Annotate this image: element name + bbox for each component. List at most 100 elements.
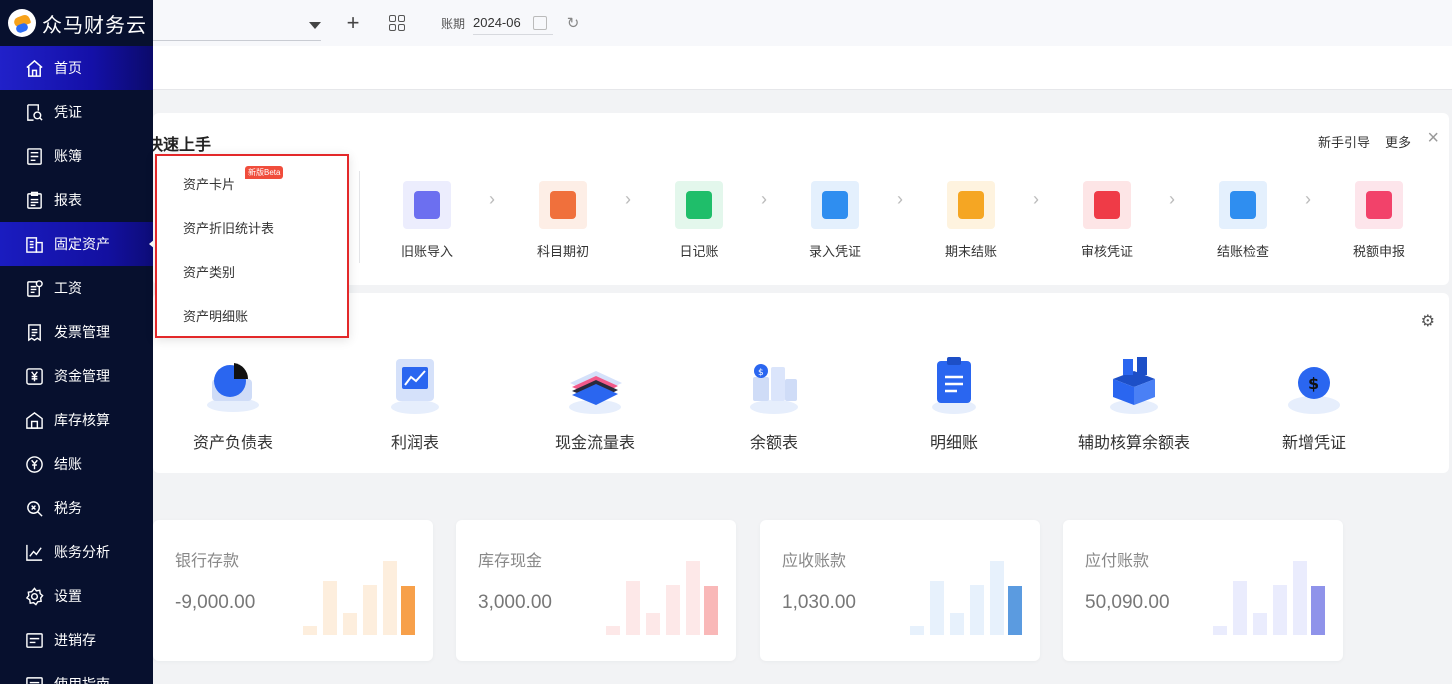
pie-chart-icon xyxy=(198,349,268,419)
top-bar: + 账期 2024-06 ↻ xyxy=(153,0,1452,46)
report-auxiliary-balance[interactable]: 辅助核算余额表 xyxy=(1064,349,1204,453)
sidebar-item-guide[interactable]: 使用指南 xyxy=(0,662,153,684)
report-label: 新增凭证 xyxy=(1281,435,1346,452)
sidebar: 众马财务云 首页 凭证 账簿 报表 固定资产 工资 发票管理 资金管理 库存核算… xyxy=(0,0,155,684)
invoice-icon xyxy=(24,322,44,342)
sidebar-item-closing[interactable]: 结账 xyxy=(0,442,153,486)
sidebar-item-invoice[interactable]: 发票管理 xyxy=(0,310,153,354)
step-old-account-import[interactable]: 旧账导入 xyxy=(382,181,472,260)
sidebar-item-home[interactable]: 首页 xyxy=(0,46,153,90)
add-document-icon xyxy=(811,181,859,229)
kpi-value: 50,090.00 xyxy=(1085,592,1170,613)
sidebar-item-ledger[interactable]: 账簿 xyxy=(0,134,153,178)
step-journal[interactable]: 日记账 xyxy=(654,181,744,260)
chevron-right-icon: › xyxy=(761,189,767,209)
sidebar-item-label: 报表 xyxy=(54,192,82,208)
sidebar-item-funds[interactable]: 资金管理 xyxy=(0,354,153,398)
bar-chart-icon xyxy=(1355,181,1403,229)
sidebar-item-label: 账簿 xyxy=(54,148,82,164)
kpi-card-bank-deposit[interactable]: 银行存款 -9,000.00 xyxy=(153,520,433,661)
sidebar-item-label: 账务分析 xyxy=(54,544,110,560)
sidebar-item-voucher[interactable]: 凭证 xyxy=(0,90,153,134)
report-detail-ledger[interactable]: 明细账 xyxy=(884,349,1024,453)
step-label: 期末结账 xyxy=(944,244,997,259)
kpi-label: 应付账款 xyxy=(1085,553,1150,570)
report-cash-flow[interactable]: 现金流量表 xyxy=(525,349,665,453)
apps-grid-icon[interactable] xyxy=(389,15,405,31)
sidebar-item-fixed-assets[interactable]: 固定资产 xyxy=(0,222,155,266)
report-label: 余额表 xyxy=(749,435,798,452)
step-label: 日记账 xyxy=(679,244,719,259)
report-label: 现金流量表 xyxy=(554,435,635,452)
step-close-check[interactable]: 结账检查 xyxy=(1198,181,1288,260)
guide-icon xyxy=(24,674,44,684)
report-balance-sheet[interactable]: 资产负债表 xyxy=(163,349,303,453)
sidebar-item-salary[interactable]: 工资 xyxy=(0,266,153,310)
submenu-item-asset-ledger[interactable]: 资产明细账 xyxy=(183,306,248,325)
sidebar-item-label: 固定资产 xyxy=(54,236,110,252)
building-icon xyxy=(24,234,44,254)
report-label: 辅助核算余额表 xyxy=(1077,435,1190,452)
account-set-select[interactable] xyxy=(153,5,321,41)
more-link[interactable]: 更多 xyxy=(1385,132,1411,151)
step-label: 结账检查 xyxy=(1216,244,1269,259)
sidebar-item-label: 进销存 xyxy=(54,632,96,648)
logo-mark-icon xyxy=(8,9,36,37)
step-period-close[interactable]: 期末结账 xyxy=(926,181,1016,260)
sidebar-item-analysis[interactable]: 账务分析 xyxy=(0,530,153,574)
report-trial-balance[interactable]: $ 余额表 xyxy=(704,349,844,453)
submenu-item-asset-card[interactable]: 资产卡片 xyxy=(183,174,235,193)
home-icon xyxy=(24,58,44,78)
chevron-down-icon xyxy=(309,22,321,29)
kpi-card-accounts-receivable[interactable]: 应收账款 1,030.00 xyxy=(760,520,1040,661)
sidebar-item-purchase-sales[interactable]: 进销存 xyxy=(0,618,153,662)
pushpin-icon xyxy=(1083,181,1131,229)
kpi-card-cash-on-hand[interactable]: 库存现金 3,000.00 xyxy=(456,520,736,661)
sidebar-item-label: 资金管理 xyxy=(54,368,110,384)
inventory-icon xyxy=(24,630,44,650)
step-opening-balance[interactable]: 科目期初 xyxy=(518,181,608,260)
sidebar-item-label: 库存核算 xyxy=(54,412,110,428)
sidebar-item-label: 发票管理 xyxy=(54,324,110,340)
submenu-item-depreciation-report[interactable]: 资产折旧统计表 xyxy=(183,218,274,237)
report-icon xyxy=(24,190,44,210)
report-label: 明细账 xyxy=(929,435,978,452)
kpi-label: 银行存款 xyxy=(175,553,240,570)
settings-gear-icon[interactable]: ⚙ xyxy=(1421,311,1435,331)
kpi-value: 1,030.00 xyxy=(782,592,856,613)
sidebar-item-label: 使用指南 xyxy=(54,676,110,684)
step-review-voucher[interactable]: 审核凭证 xyxy=(1062,181,1152,260)
folder-icon xyxy=(947,181,995,229)
step-label: 旧账导入 xyxy=(400,244,453,259)
tax-icon xyxy=(24,498,44,518)
step-label: 税额申报 xyxy=(1352,244,1405,259)
step-enter-voucher[interactable]: 录入凭证 xyxy=(790,181,880,260)
kpi-mini-bar-chart xyxy=(1209,559,1325,635)
report-new-voucher[interactable]: $ 新增凭证 xyxy=(1244,349,1384,453)
add-button[interactable]: + xyxy=(343,12,363,34)
step-label: 科目期初 xyxy=(536,244,589,259)
close-icon[interactable]: × xyxy=(1427,128,1439,148)
sidebar-item-label: 税务 xyxy=(54,500,82,516)
report-label: 利润表 xyxy=(390,435,439,452)
sidebar-item-settings[interactable]: 设置 xyxy=(0,574,153,618)
sidebar-item-label: 结账 xyxy=(54,456,82,472)
beta-badge: 新版Beta xyxy=(245,166,284,179)
wallet-icon xyxy=(675,181,723,229)
calendar-check-icon xyxy=(1219,181,1267,229)
period-picker[interactable]: 2024-06 xyxy=(473,11,553,35)
kpi-label: 应收账款 xyxy=(782,553,847,570)
kpi-card-accounts-payable[interactable]: 应付账款 50,090.00 xyxy=(1063,520,1343,661)
refresh-icon[interactable]: ↻ xyxy=(567,14,580,32)
step-tax-filing[interactable]: 税额申报 xyxy=(1334,181,1424,260)
sidebar-item-inventory-accounting[interactable]: 库存核算 xyxy=(0,398,153,442)
report-income-statement[interactable]: 利润表 xyxy=(345,349,485,453)
period-value: 2024-06 xyxy=(473,14,521,30)
logo: 众马财务云 xyxy=(0,0,153,46)
sidebar-item-tax[interactable]: 税务 xyxy=(0,486,153,530)
sidebar-item-label: 设置 xyxy=(54,588,82,604)
beginner-guide-link[interactable]: 新手引导 xyxy=(1318,132,1370,151)
submenu-item-asset-category[interactable]: 资产类别 xyxy=(183,262,235,281)
report-label: 资产负债表 xyxy=(192,435,273,452)
sidebar-item-report[interactable]: 报表 xyxy=(0,178,153,222)
